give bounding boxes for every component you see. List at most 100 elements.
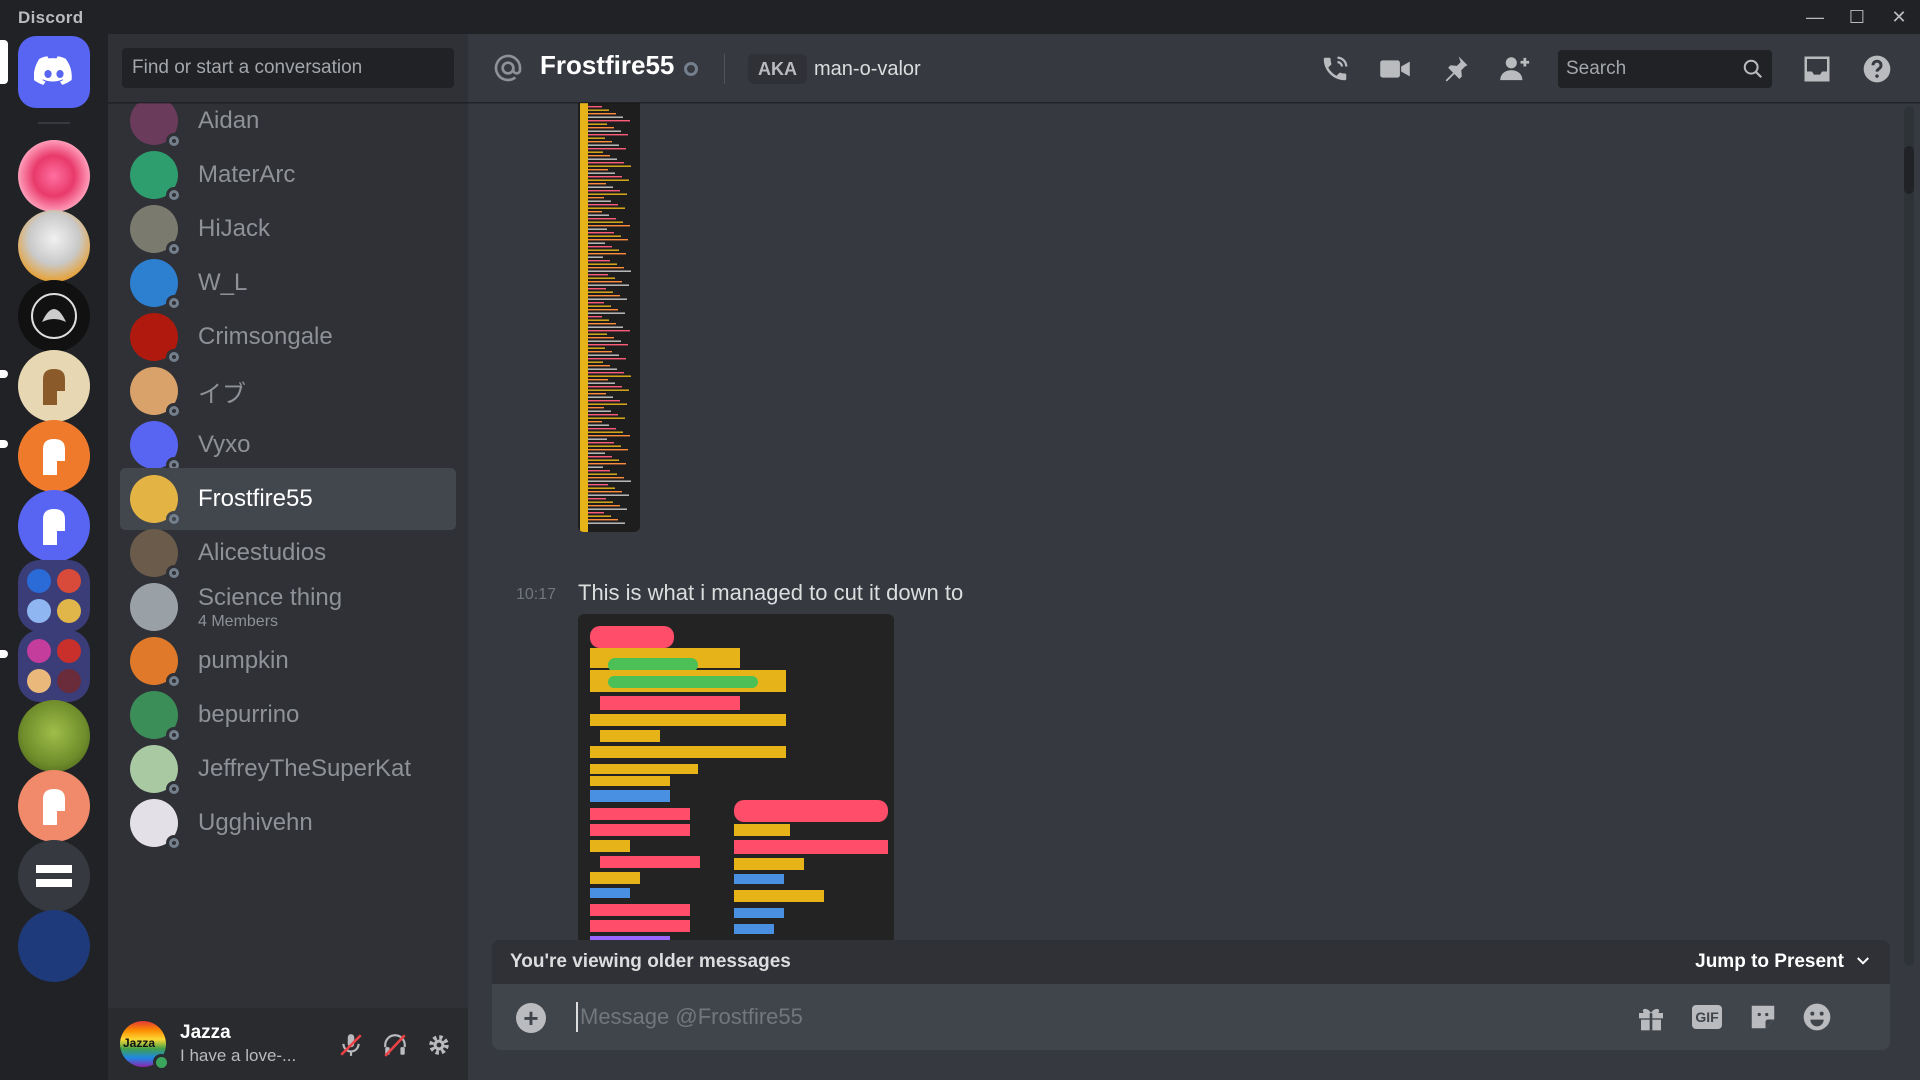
dm-item-pumpkin[interactable]: pumpkin — [120, 630, 456, 692]
menu-icon — [36, 865, 72, 887]
avatar — [130, 691, 182, 743]
search-icon — [1743, 59, 1763, 79]
image-attachment-code-strip[interactable] — [578, 102, 640, 532]
member-count: 4 Members — [198, 612, 279, 630]
avatar — [130, 421, 182, 473]
dm-item-crimsongale[interactable]: Crimsongale — [120, 306, 456, 368]
dm-name: HiJack — [198, 215, 271, 242]
find-conversation-bar: Find or start a conversation — [108, 34, 468, 103]
mascot-icon — [43, 509, 65, 545]
dm-name: Frostfire55 — [198, 485, 313, 512]
dm-sidebar: Find or start a conversation Aidan Mater… — [108, 34, 468, 1080]
smiley-emoji-icon — [1803, 1003, 1831, 1031]
pin-icon — [1445, 56, 1468, 82]
avatar — [130, 313, 182, 365]
minimize-button[interactable]: — — [1794, 0, 1836, 34]
avatar — [130, 367, 182, 419]
header-search-input[interactable]: Search — [1558, 50, 1772, 88]
dm-name: Crimsongale — [198, 323, 333, 350]
add-friends-to-dm-button[interactable] — [1496, 50, 1534, 88]
avatar — [130, 102, 182, 149]
help-button[interactable] — [1858, 50, 1896, 88]
microphone-muted-icon — [340, 1034, 362, 1056]
deafen-button[interactable] — [378, 1028, 412, 1062]
plus-icon: + — [523, 1003, 539, 1033]
server-icon-blue[interactable] — [18, 490, 90, 562]
send-gift-button[interactable] — [1632, 998, 1670, 1036]
user-settings-button[interactable] — [422, 1028, 456, 1062]
server-icon-swirl[interactable] — [18, 140, 90, 212]
emoji-picker-button[interactable] — [1798, 998, 1836, 1036]
discord-logo-icon — [34, 56, 72, 85]
gif-picker-button[interactable]: GIF — [1688, 998, 1726, 1036]
home-button[interactable] — [18, 36, 90, 108]
start-voice-call-button[interactable] — [1316, 50, 1354, 88]
chat-header: Frostfire55 AKA man-o-valor Search — [468, 34, 1920, 103]
dm-item-vyxo[interactable]: Vyxo — [120, 414, 456, 476]
dm-item-materarc[interactable]: MaterArc — [120, 144, 456, 206]
dm-item-bepurrino[interactable]: bepurrino — [120, 684, 456, 746]
dm-item-jeffreythesuperkat[interactable]: JeffreyTheSuperKat — [120, 738, 456, 800]
message-composer: + Message @Frostfire55 GIF — [492, 984, 1890, 1050]
chevron-down-icon[interactable] — [1854, 952, 1872, 970]
server-folder-2[interactable] — [18, 630, 90, 702]
gear-icon — [429, 1035, 449, 1055]
user-avatar[interactable]: Jazza — [120, 1021, 169, 1070]
dm-name: Science thing — [198, 583, 343, 611]
dm-name: JeffreyTheSuperKat — [198, 755, 412, 782]
dm-name: イブ — [198, 380, 246, 408]
message-input[interactable]: Message @Frostfire55 — [580, 1002, 803, 1032]
mascot-icon — [43, 789, 65, 825]
server-icon-brown[interactable] — [18, 350, 90, 422]
dm-name: Ugghivehn — [198, 809, 313, 836]
dm-item-ugghivehn[interactable]: Ugghivehn — [120, 792, 456, 854]
dm-name: Vyxo — [198, 431, 251, 458]
image-attachment-scratch-blocks[interactable] — [578, 614, 894, 972]
unread-indicator — [0, 370, 8, 378]
server-icon-disciples[interactable] — [18, 280, 90, 352]
scratch-blocks-image — [590, 626, 888, 972]
server-folder-1[interactable] — [18, 560, 90, 632]
avatar — [130, 745, 182, 797]
server-icon-orange[interactable] — [18, 420, 90, 492]
header-divider — [724, 54, 725, 84]
server-rail — [0, 34, 108, 1080]
dm-item-science-thing[interactable]: Science thing 4 Members — [120, 576, 456, 638]
avatar — [130, 151, 182, 203]
mute-button[interactable] — [334, 1028, 368, 1062]
server-icon-ogre[interactable] — [18, 700, 90, 772]
avatar — [130, 529, 182, 581]
sticker-picker-button[interactable] — [1744, 998, 1782, 1036]
avatar-text: Jazza — [123, 1036, 156, 1050]
pinned-messages-button[interactable] — [1436, 50, 1474, 88]
custom-status: I have a love-... — [180, 1046, 297, 1065]
maximize-button[interactable]: ☐ — [1836, 0, 1878, 34]
scrollbar-thumb[interactable] — [1904, 146, 1914, 194]
inbox-button[interactable] — [1798, 50, 1836, 88]
scratch-code-strip-image — [578, 102, 640, 532]
upload-plus-button[interactable]: + — [516, 1003, 546, 1033]
message-scrollbar[interactable] — [1904, 106, 1914, 966]
start-video-call-button[interactable] — [1376, 50, 1414, 88]
mascot-icon — [43, 369, 65, 405]
close-button[interactable]: ✕ — [1878, 0, 1920, 34]
text-caret — [576, 1002, 578, 1032]
server-icon-peach[interactable] — [18, 770, 90, 842]
dm-name: MaterArc — [198, 161, 296, 188]
dm-name: W_L — [198, 269, 248, 296]
lion-emblem-icon — [31, 293, 77, 339]
dm-item-w-l[interactable]: W_L — [120, 252, 456, 314]
jump-to-present-button[interactable]: Jump to Present — [1695, 951, 1844, 973]
server-icon-menu[interactable] — [18, 840, 90, 912]
dm-item-hijack[interactable]: HiJack — [120, 198, 456, 260]
aka-nickname: man-o-valor — [814, 58, 921, 80]
dm-item-ibu[interactable]: イブ — [120, 360, 456, 422]
server-icon-robot[interactable] — [18, 210, 90, 282]
dm-item-alicestudios[interactable]: Alicestudios — [120, 522, 456, 584]
sticker-icon — [1751, 1005, 1775, 1029]
dm-list: Aidan MaterArc HiJack W_L Crimsongale イブ… — [108, 102, 468, 1042]
dm-item-frostfire55[interactable]: Frostfire55 — [120, 468, 456, 530]
server-icon-partial[interactable] — [18, 910, 90, 982]
dm-name: Aidan — [198, 107, 260, 134]
find-conversation-button[interactable]: Find or start a conversation — [122, 48, 454, 88]
